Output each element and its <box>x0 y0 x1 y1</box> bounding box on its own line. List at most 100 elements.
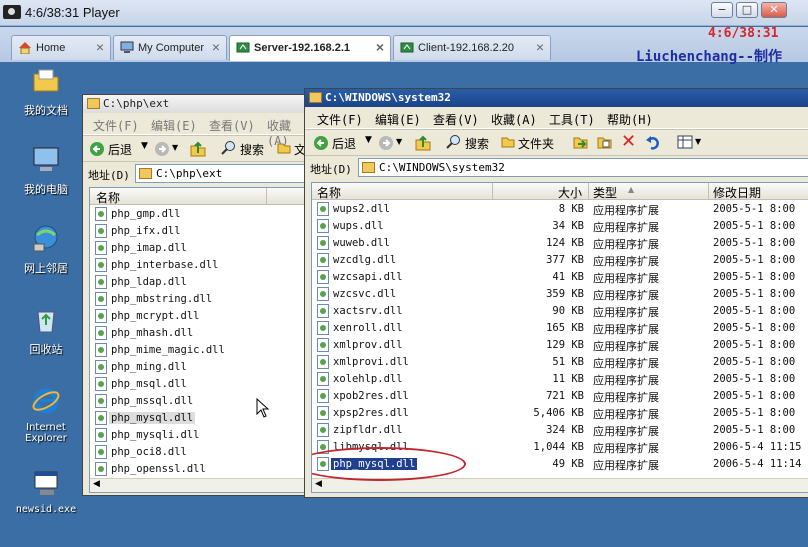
tab-label: Home <box>36 42 66 54</box>
folder-icon[interactable] <box>501 135 515 148</box>
list-item[interactable]: php_ming.dll <box>90 359 306 376</box>
window-title-bar[interactable]: C:\php\ext <box>83 95 307 113</box>
file-list[interactable]: 名称 大小 类型 ▲ 修改日期 wups2.dll 8 KB 应用程序扩展 2005-… <box>311 182 808 493</box>
list-item[interactable]: php_imap.dll <box>90 240 306 257</box>
table-row[interactable]: wups2.dll 8 KB 应用程序扩展 2005-5-1 8:00 <box>312 201 808 218</box>
minimize-button[interactable]: − <box>711 2 733 18</box>
table-row[interactable]: xpob2res.dll 721 KB 应用程序扩展 2005-5-1 8:00 <box>312 388 808 405</box>
table-row[interactable]: xolehlp.dll 11 KB 应用程序扩展 2005-5-1 8:00 <box>312 371 808 388</box>
close-button[interactable]: ✕ <box>761 2 787 18</box>
column-header-modified[interactable]: 修改日期 <box>713 184 761 201</box>
menu-edit[interactable]: 编辑(E) <box>151 117 197 134</box>
menu-tools[interactable]: 工具(T) <box>549 111 595 128</box>
close-icon[interactable]: × <box>96 39 104 55</box>
table-row[interactable]: wups.dll 34 KB 应用程序扩展 2005-5-1 8:00 <box>312 218 808 235</box>
forward-arrow-icon[interactable] <box>154 141 170 157</box>
scroll-left-icon[interactable]: ◀ <box>315 479 322 489</box>
menu-view[interactable]: 查看(V) <box>209 117 255 134</box>
list-item[interactable]: php_mcrypt.dll <box>90 308 306 325</box>
column-header-name[interactable]: 名称 <box>96 189 120 206</box>
file-list[interactable]: 名称 php_gmp.dll php_ifx.dll php_imap.dll php… <box>89 187 307 493</box>
search-icon[interactable] <box>446 134 462 150</box>
table-row[interactable]: xmlprov.dll 129 KB 应用程序扩展 2005-5-1 8:00 <box>312 337 808 354</box>
table-row[interactable]: wzcdlg.dll 377 KB 应用程序扩展 2005-5-1 8:00 <box>312 252 808 269</box>
close-icon[interactable]: × <box>536 39 544 55</box>
window-title-bar[interactable]: C:\WINDOWS\system32 <box>305 89 808 107</box>
column-header-name[interactable]: 名称 <box>317 184 341 201</box>
tab-server[interactable]: Server-192.168.2.1 × <box>229 35 391 61</box>
chevron-down-icon[interactable]: ▼ <box>172 143 178 152</box>
menu-favorites[interactable]: 收藏(A) <box>491 111 537 128</box>
list-item[interactable]: php_openssl.dll <box>90 461 306 478</box>
folders-button[interactable]: 文件夹 <box>518 135 554 152</box>
tab-my-computer[interactable]: My Computer × <box>113 35 227 60</box>
search-button[interactable]: 搜索 <box>465 135 489 152</box>
list-item[interactable]: php_gmp.dll <box>90 206 306 223</box>
desktop-icon-network[interactable]: 网上邻居 <box>11 224 81 276</box>
copy-to-icon[interactable] <box>597 135 613 150</box>
desktop-icon-my-documents[interactable]: 我的文档 <box>11 66 81 118</box>
table-row[interactable]: xmlprovi.dll 51 KB 应用程序扩展 2005-5-1 8:00 <box>312 354 808 371</box>
views-icon[interactable] <box>677 135 693 149</box>
table-row[interactable]: wzcsapi.dll 41 KB 应用程序扩展 2005-5-1 8:00 <box>312 269 808 286</box>
list-item[interactable]: php_interbase.dll <box>90 257 306 274</box>
horizontal-scrollbar[interactable]: ◀ <box>90 478 306 492</box>
desktop-icon-my-computer[interactable]: 我的电脑 <box>11 145 81 197</box>
list-item[interactable]: php_mime_magic.dll <box>90 342 306 359</box>
file-type: 应用程序扩展 <box>593 340 659 353</box>
list-item[interactable]: php_ldap.dll <box>90 274 306 291</box>
back-arrow-icon[interactable] <box>89 141 105 157</box>
explorer-window-system32[interactable]: C:\WINDOWS\system32 文件(F) 编辑(E) 查看(V) 收藏… <box>304 88 808 498</box>
table-row[interactable]: wuweb.dll 124 KB 应用程序扩展 2005-5-1 8:00 <box>312 235 808 252</box>
desktop-icon-ie[interactable]: Internet Explorer <box>11 386 81 444</box>
close-icon[interactable]: × <box>376 39 384 55</box>
list-header: 名称 <box>90 188 306 205</box>
back-button[interactable]: 后退 <box>332 135 356 152</box>
tab-client[interactable]: Client-192.168.2.20 × <box>393 35 551 60</box>
list-item[interactable]: php_mysql.dll <box>90 410 306 427</box>
menu-file[interactable]: 文件(F) <box>93 117 139 134</box>
folder-up-icon[interactable] <box>415 134 431 151</box>
undo-icon[interactable] <box>645 134 661 150</box>
menu-edit[interactable]: 编辑(E) <box>375 111 421 128</box>
table-row[interactable]: xenroll.dll 165 KB 应用程序扩展 2005-5-1 8:00 <box>312 320 808 337</box>
chevron-down-icon[interactable]: ▼ <box>695 137 701 146</box>
desktop-icon-recycle-bin[interactable]: 回收站 <box>11 305 81 357</box>
column-header-size[interactable]: 大小 <box>558 184 582 201</box>
folder-icon[interactable] <box>277 141 291 154</box>
desktop-icon-newsid[interactable]: newsid.exe <box>11 468 81 515</box>
back-arrow-icon[interactable] <box>313 135 329 151</box>
search-button[interactable]: 搜索 <box>240 141 264 158</box>
forward-arrow-icon[interactable] <box>378 135 394 151</box>
list-item[interactable]: php_oci8.dll <box>90 444 306 461</box>
table-row[interactable]: xpsp2res.dll 5,406 KB 应用程序扩展 2005-5-1 8:00 <box>312 405 808 422</box>
address-input[interactable]: C:\php\ext <box>135 164 307 183</box>
move-to-icon[interactable] <box>573 135 589 150</box>
chevron-down-icon[interactable]: ▼ <box>396 137 402 146</box>
list-item[interactable]: php_msql.dll <box>90 376 306 393</box>
menu-help[interactable]: 帮助(H) <box>607 111 653 128</box>
close-icon[interactable]: × <box>212 39 220 55</box>
scroll-left-icon[interactable]: ◀ <box>93 479 100 489</box>
back-button[interactable]: 后退 <box>108 141 132 158</box>
menu-file[interactable]: 文件(F) <box>317 111 363 128</box>
explorer-window-php-ext[interactable]: C:\php\ext 文件(F) 编辑(E) 查看(V) 收藏(A) 后退 ▼ … <box>82 94 308 496</box>
chevron-down-icon[interactable]: ▼ <box>141 141 148 151</box>
chevron-down-icon[interactable]: ▼ <box>365 135 372 145</box>
list-item[interactable]: php_mbstring.dll <box>90 291 306 308</box>
table-row[interactable]: zipfldr.dll 324 KB 应用程序扩展 2005-5-1 8:00 <box>312 422 808 439</box>
table-row[interactable]: xactsrv.dll 90 KB 应用程序扩展 2005-5-1 8:00 <box>312 303 808 320</box>
address-input[interactable]: C:\WINDOWS\system32 <box>358 158 808 177</box>
list-item[interactable]: php_mhash.dll <box>90 325 306 342</box>
tab-home[interactable]: Home × <box>11 35 111 60</box>
list-item[interactable]: php_ifx.dll <box>90 223 306 240</box>
search-icon[interactable] <box>221 140 237 156</box>
table-row[interactable]: wzcsvc.dll 359 KB 应用程序扩展 2005-5-1 8:00 <box>312 286 808 303</box>
column-header-type[interactable]: 类型 <box>593 184 617 201</box>
list-item[interactable]: php_mysqli.dll <box>90 427 306 444</box>
delete-icon[interactable]: ✕ <box>621 131 636 152</box>
maximize-button[interactable]: □ <box>736 2 758 18</box>
menu-view[interactable]: 查看(V) <box>433 111 479 128</box>
folder-up-icon[interactable] <box>190 140 206 157</box>
list-item[interactable]: php_mssql.dll <box>90 393 306 410</box>
